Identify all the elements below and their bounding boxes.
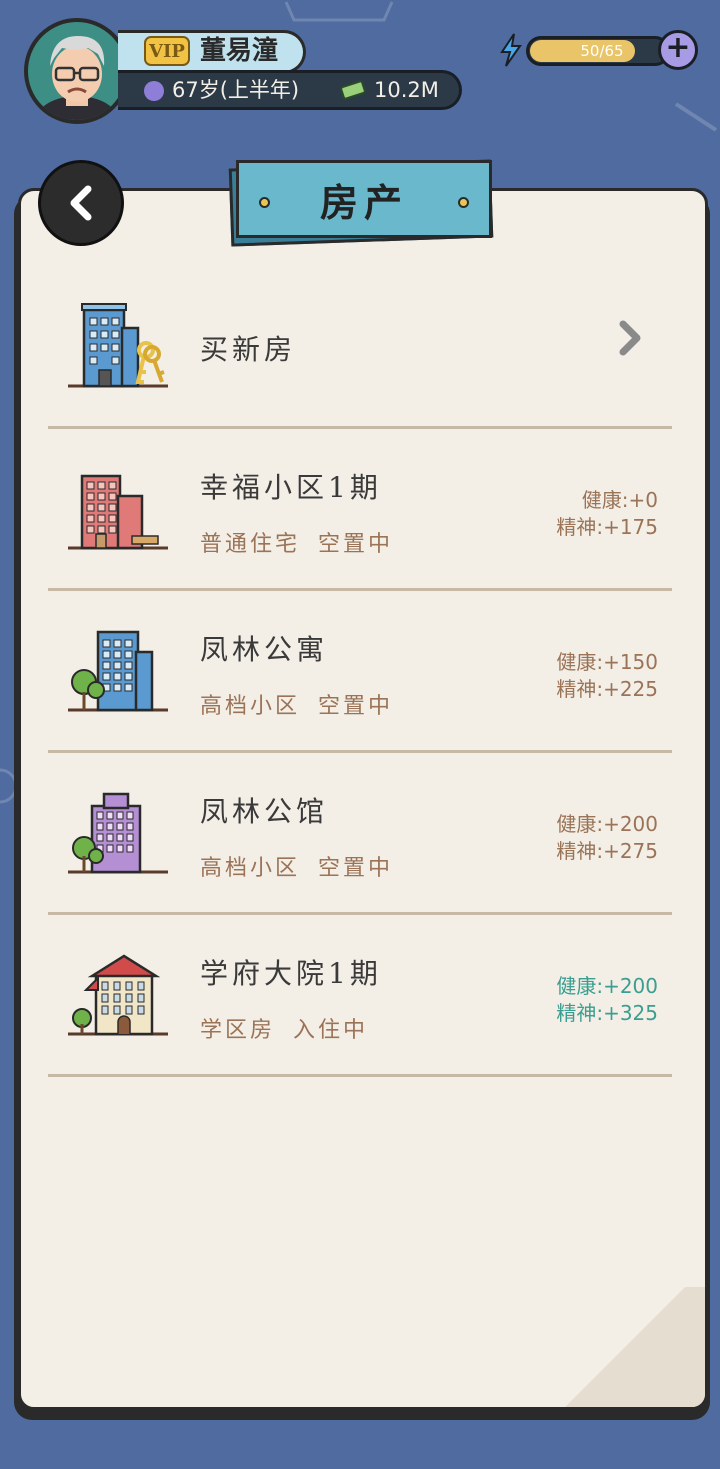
player-money: 10.2M — [374, 78, 439, 102]
school-courtyard-icon — [68, 954, 168, 1036]
old-man-portrait-icon — [35, 36, 119, 120]
apartment-building-icon — [68, 474, 168, 550]
health-bonus: 健康:+150 — [556, 650, 658, 674]
player-avatar[interactable] — [24, 18, 130, 124]
row-divider — [48, 1074, 672, 1077]
row-divider — [48, 588, 672, 591]
spirit-bonus: 精神:+325 — [556, 1001, 658, 1025]
health-bonus: 健康:+200 — [556, 812, 658, 836]
property-name: 凤林公馆 — [200, 795, 329, 828]
pencil-doodle — [674, 102, 718, 132]
banner-pin — [458, 197, 469, 208]
property-type: 高档小区 — [200, 694, 301, 719]
property-status: 空置中 — [318, 694, 394, 719]
tower-with-trees-icon — [68, 630, 168, 712]
banner-pin — [259, 197, 270, 208]
property-status: 入住中 — [293, 1018, 369, 1043]
book-doodle — [284, 1, 394, 22]
property-type: 普通住宅 — [200, 532, 301, 557]
row-divider — [48, 750, 672, 753]
row-divider — [48, 912, 672, 915]
mansion-building-icon — [68, 792, 168, 874]
energy-bolt-icon — [500, 33, 522, 67]
energy-value: 50/65 — [580, 42, 624, 60]
property-row[interactable]: 学府大院1期 学区房 入住中 健康:+200 精神:+325 — [48, 916, 672, 1076]
buy-house-row[interactable]: 买新房 — [48, 268, 672, 428]
property-type: 高档小区 — [200, 856, 301, 881]
property-type: 学区房 — [200, 1018, 276, 1043]
property-row[interactable]: 幸福小区1期 普通住宅 空置中 健康:+0 精神:+175 — [48, 430, 672, 590]
property-row[interactable]: 凤林公寓高档小区 空置中 健康:+150 精神:+225 — [48, 592, 672, 752]
cash-icon — [340, 80, 366, 100]
title-banner: 房产 — [236, 160, 492, 238]
vip-badge[interactable]: VIP — [144, 36, 190, 66]
property-name: 学府大院1期 — [200, 957, 382, 990]
chevron-right-icon — [619, 320, 641, 356]
property-subtitle: 普通住宅 空置中 — [200, 526, 393, 558]
clock-icon — [144, 81, 164, 101]
player-name: 董易潼 — [200, 36, 279, 66]
add-energy-button[interactable]: + — [658, 30, 698, 70]
health-bonus: 健康:+200 — [556, 974, 658, 998]
property-status: 空置中 — [318, 856, 394, 881]
spirit-bonus: 精神:+225 — [556, 677, 658, 701]
property-subtitle: 学区房 入住中 — [200, 1012, 368, 1044]
back-button[interactable] — [38, 160, 124, 246]
property-subtitle: 高档小区 空置中 — [200, 850, 393, 882]
property-name: 凤林公寓 — [200, 633, 329, 666]
spirit-bonus: 精神:+275 — [556, 839, 658, 863]
chevron-left-icon — [70, 185, 92, 221]
property-status: 空置中 — [318, 532, 394, 557]
row-divider — [48, 426, 672, 429]
page-title: 房产 — [319, 179, 408, 225]
property-subtitle: 高档小区 空置中 — [200, 688, 393, 720]
building-with-keys-icon — [68, 303, 168, 388]
player-age: 67岁(上半年) — [172, 78, 300, 102]
property-name: 幸福小区1期 — [200, 471, 382, 504]
spirit-bonus: 精神:+175 — [556, 515, 658, 539]
health-bonus: 健康:+0 — [581, 488, 658, 512]
property-row[interactable]: 凤林公馆高档小区 空置中 健康:+200 精神:+275 — [48, 754, 672, 914]
buy-house-label: 买新房 — [200, 333, 297, 366]
